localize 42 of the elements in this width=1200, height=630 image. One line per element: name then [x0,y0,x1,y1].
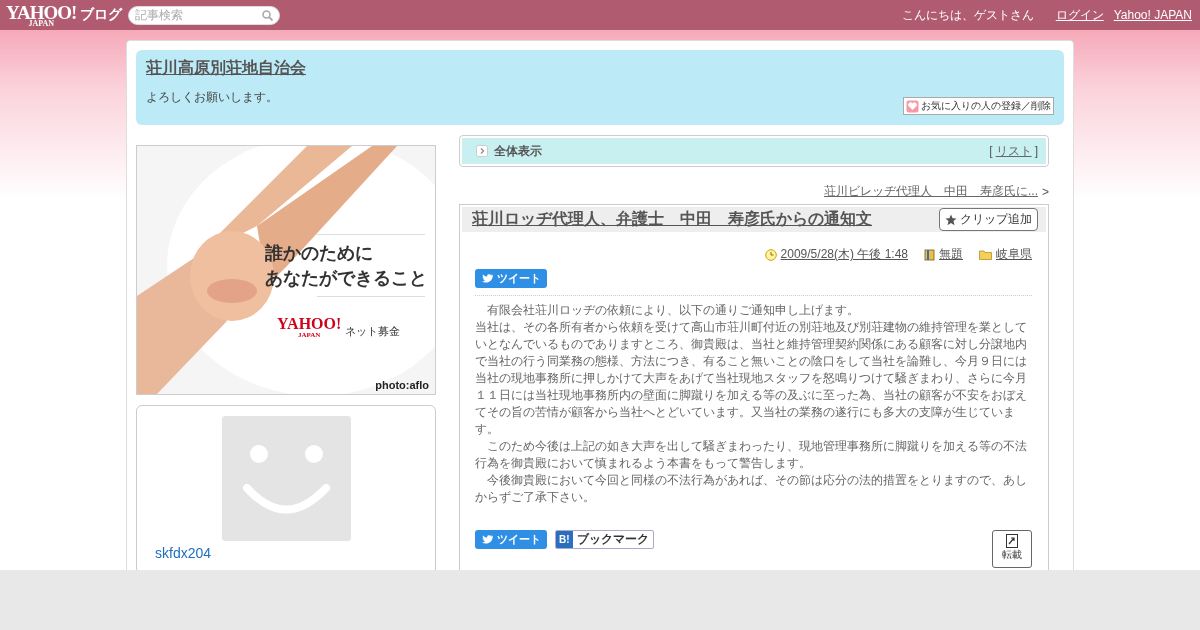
greeting-text: こんにちは、ゲストさん [901,6,1034,24]
date-link[interactable]: 2009/5/28(木) 午後 1:48 [780,246,908,263]
tweet-button[interactable]: ツイート [475,269,547,288]
category-link[interactable]: 岐阜県 [996,246,1032,263]
clip-button[interactable]: クリップ追加 [939,208,1038,231]
service-name: ブログ [80,6,123,24]
article-body: 有限会社荘川ロッヂの依頼により、以下の通りご通知申し上げます。 当社は、その各所有者から依頼を受けて高山市荘川町付近の別荘地及び別荘建物の維持管理を業としていとなんでいるものでありますところ、御貴殿は、当社と維持管理契約関係にある顧客に対し分譲地内で当社の行う同業務の態様、方法につき、有ること無いことの陰口をして当社を論難し、今月９日には当社の現地事務所に押しかけて大声をあげて当社現地スタッフを怒鳴りつけて騒ぎまわり、さらに今月１１日には当社現地事務所内の壁面に脚蹴りを加える等の及ぶに至った為、当社の顧客が不安をおぼえてその旨の苦情が顧客から当社へとどいています。又当社の業務の遂行にも多大の支障が生じています。 このため今後は上記の如き大声を出して騒ぎまわったり、現地管理事務所に脚蹴りを加える等の不法行為を御貴殿において慎まれるよう本書をもって警告します。 今後御貴殿において今回と同様の不法行為があれば、その節は応分の法的措置をとりますので、あしからずご了承下さい。 [475,302,1028,506]
bookmark-button[interactable]: B! ブックマーク [555,530,654,549]
repost-button[interactable]: 転載 [992,530,1032,568]
bird-icon [481,534,493,545]
next-arrow-text: > [1042,184,1049,199]
search-field[interactable]: 記事検索 [128,5,281,25]
header-link[interactable]: ログイン [1055,6,1104,24]
bracket-text: ] [1034,144,1038,158]
ad-headline: 誰かのために [265,242,373,265]
list-link[interactable]: リスト [995,142,1032,160]
tweet-button[interactable]: ツイート [475,530,547,549]
username-link[interactable]: skfdx204 [155,545,212,561]
logo-text: YAHOO! [277,316,342,332]
folder-icon [979,249,992,260]
logo-subtext: JAPAN [28,19,54,28]
previous-article-link[interactable]: 荘川ビレッヂ代理人 中田 寿彦氏に... [823,183,1038,200]
repost-icon [1006,534,1018,548]
chevron-icon [476,145,488,157]
clock-icon [764,248,777,261]
search-icon [262,9,274,21]
bracket-text: [ [989,144,993,158]
avatar-icon [221,416,351,541]
view-all-label: 全体表示 [494,142,542,160]
star-icon [945,213,957,226]
favorite-button[interactable]: お気に入りの人の登録／削除 [903,97,1054,115]
bird-icon [481,273,493,284]
ad-service-name: ネット募金 [345,324,401,339]
blog-description: よろしくお願いします。 [146,89,278,106]
photo-credit: photo:aflo [375,379,429,391]
blog-title[interactable]: 荘川高原別荘地自治会 [146,58,306,79]
heart-icon [906,99,919,113]
book-icon [924,248,935,261]
header-link[interactable]: Yahoo! JAPAN [1113,8,1192,22]
theme-link[interactable]: 無題 [939,246,963,263]
ad-headline: あなたができること [265,267,427,291]
article-title[interactable]: 荘川ロッヂ代理人、弁護士 中田 寿彦氏からの通知文 [472,209,872,230]
